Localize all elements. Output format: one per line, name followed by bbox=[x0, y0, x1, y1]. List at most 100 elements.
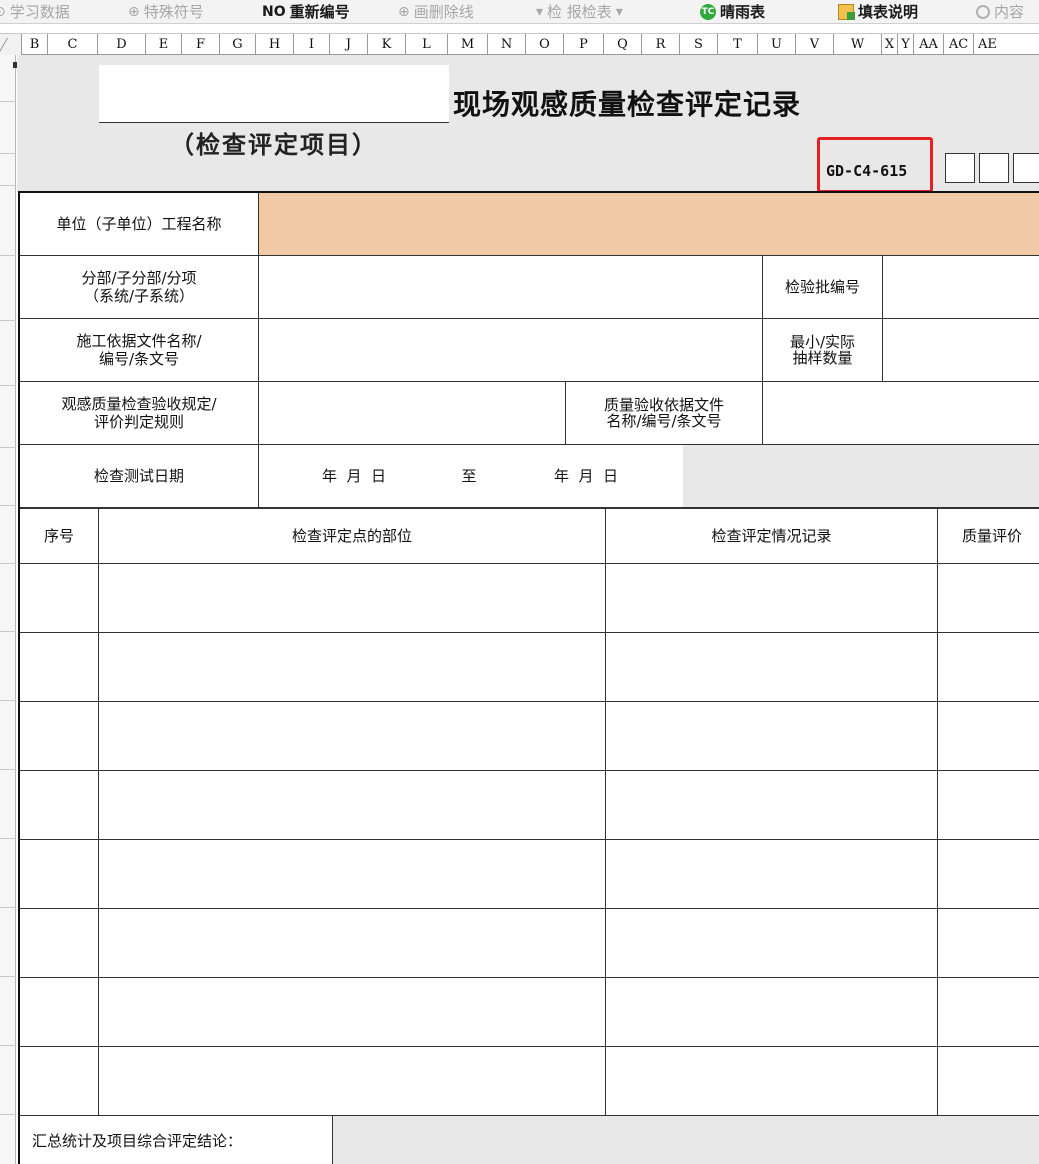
serial-box-1[interactable] bbox=[945, 153, 975, 183]
summary-label: 汇总统计及项目综合评定结论： bbox=[20, 1116, 333, 1164]
table-cell-record[interactable] bbox=[606, 771, 938, 840]
date-from-field[interactable]: 年 月 日 bbox=[259, 445, 449, 508]
date-to-field[interactable]: 年 月 日 bbox=[489, 445, 683, 508]
table-cell-record[interactable] bbox=[606, 564, 938, 633]
column-r[interactable]: R bbox=[642, 34, 680, 55]
table-cell-rating[interactable] bbox=[938, 1047, 1039, 1116]
column-w[interactable]: W bbox=[834, 34, 882, 55]
table-cell-record[interactable] bbox=[606, 840, 938, 909]
content-search-button[interactable]: 内容 bbox=[976, 2, 1024, 22]
column-m[interactable]: M bbox=[448, 34, 488, 55]
content-search-icon bbox=[976, 5, 990, 19]
strikethrough-button[interactable]: ⊕ 画删除线 bbox=[398, 2, 474, 22]
table-cell-rating[interactable] bbox=[938, 633, 1039, 702]
column-header: B C D E F G H I J K L M N O P Q R S T U … bbox=[0, 33, 1039, 55]
acceptance-rule-label: 观感质量检查验收规定/ 评价判定规则 bbox=[20, 382, 259, 445]
table-cell-rating[interactable] bbox=[938, 978, 1039, 1047]
table-cell-location[interactable] bbox=[99, 909, 606, 978]
row-divider bbox=[0, 447, 16, 448]
table-cell-serial[interactable] bbox=[20, 840, 99, 909]
table-cell-serial[interactable] bbox=[20, 771, 99, 840]
column-q[interactable]: Q bbox=[604, 34, 642, 55]
weather-table-button[interactable]: TC 晴雨表 bbox=[700, 2, 765, 22]
table-cell-location[interactable] bbox=[99, 702, 606, 771]
column-p[interactable]: P bbox=[564, 34, 604, 55]
table-cell-location[interactable] bbox=[99, 978, 606, 1047]
column-k[interactable]: K bbox=[368, 34, 406, 55]
row-divider bbox=[0, 320, 16, 321]
column-t[interactable]: T bbox=[718, 34, 758, 55]
row-divider bbox=[0, 700, 16, 701]
column-b[interactable]: B bbox=[22, 34, 48, 55]
fill-guide-button[interactable]: 填表说明 bbox=[838, 2, 918, 22]
row-divider bbox=[0, 976, 16, 977]
acceptance-basis-field[interactable] bbox=[763, 382, 1039, 445]
table-cell-rating[interactable] bbox=[938, 771, 1039, 840]
special-symbol-button[interactable]: ⊕ 特殊符号 bbox=[128, 2, 204, 22]
table-cell-serial[interactable] bbox=[20, 633, 99, 702]
renumber-button[interactable]: NO 重新编号 bbox=[262, 2, 350, 22]
table-cell-serial[interactable] bbox=[20, 909, 99, 978]
table-cell-serial[interactable] bbox=[20, 978, 99, 1047]
construction-basis-field[interactable] bbox=[259, 319, 763, 382]
table-cell-serial[interactable] bbox=[20, 702, 99, 771]
column-h[interactable]: H bbox=[256, 34, 294, 55]
table-cell-rating[interactable] bbox=[938, 909, 1039, 978]
test-date-label: 检查测试日期 bbox=[20, 445, 259, 508]
worksheet: （检查评定项目） 现场观感质量检查评定记录 GD-C4-615 单位（子单位）工… bbox=[17, 55, 1039, 1164]
column-ae[interactable]: AE bbox=[974, 34, 1039, 55]
column-j[interactable]: J bbox=[330, 34, 368, 55]
column-aa[interactable]: AA bbox=[914, 34, 944, 55]
column-n[interactable]: N bbox=[488, 34, 526, 55]
column-g[interactable]: G bbox=[220, 34, 256, 55]
table-cell-record[interactable] bbox=[606, 702, 938, 771]
table-cell-location[interactable] bbox=[99, 633, 606, 702]
table-cell-serial[interactable] bbox=[20, 1047, 99, 1116]
table-cell-location[interactable] bbox=[99, 840, 606, 909]
row-divider bbox=[0, 255, 16, 256]
table-cell-record[interactable] bbox=[606, 978, 938, 1047]
inspection-report-dropdown[interactable]: ▾ 检 报检表 ▾ bbox=[536, 2, 623, 22]
table-cell-serial[interactable] bbox=[20, 564, 99, 633]
sample-qty-field[interactable] bbox=[883, 319, 1039, 382]
column-l[interactable]: L bbox=[406, 34, 448, 55]
select-all-corner[interactable] bbox=[0, 34, 22, 55]
table-cell-record[interactable] bbox=[606, 633, 938, 702]
table-cell-record[interactable] bbox=[606, 909, 938, 978]
column-c[interactable]: C bbox=[48, 34, 98, 55]
column-s[interactable]: S bbox=[680, 34, 718, 55]
renumber-icon: NO bbox=[262, 4, 286, 20]
column-e[interactable]: E bbox=[146, 34, 182, 55]
table-cell-rating[interactable] bbox=[938, 840, 1039, 909]
study-data-icon: ⊙ bbox=[0, 2, 6, 22]
table-cell-location[interactable] bbox=[99, 1047, 606, 1116]
fill-guide-icon bbox=[838, 4, 855, 20]
serial-box-2[interactable] bbox=[979, 153, 1009, 183]
project-name-input[interactable] bbox=[99, 65, 449, 123]
division-field[interactable] bbox=[259, 256, 763, 319]
column-x[interactable]: X bbox=[882, 34, 898, 55]
column-d[interactable]: D bbox=[98, 34, 146, 55]
column-y[interactable]: Y bbox=[898, 34, 914, 55]
inspection-lot-no-field[interactable] bbox=[883, 256, 1039, 319]
column-o[interactable]: O bbox=[526, 34, 564, 55]
column-i[interactable]: I bbox=[294, 34, 330, 55]
table-cell-rating[interactable] bbox=[938, 702, 1039, 771]
row-divider bbox=[0, 838, 16, 839]
table-cell-rating[interactable] bbox=[938, 564, 1039, 633]
table-cell-record[interactable] bbox=[606, 1047, 938, 1116]
table-cell-location[interactable] bbox=[99, 771, 606, 840]
unit-project-name-field[interactable] bbox=[259, 193, 1039, 256]
acceptance-rule-field[interactable] bbox=[259, 382, 566, 445]
chevron-down-icon: ▾ bbox=[615, 4, 623, 20]
summary-field[interactable] bbox=[333, 1116, 1039, 1164]
row-divider bbox=[0, 185, 16, 186]
code-highlight-box bbox=[817, 137, 933, 193]
table-cell-location[interactable] bbox=[99, 564, 606, 633]
column-ac[interactable]: AC bbox=[944, 34, 974, 55]
serial-box-3[interactable] bbox=[1013, 153, 1039, 183]
column-v[interactable]: V bbox=[796, 34, 834, 55]
column-f[interactable]: F bbox=[182, 34, 220, 55]
column-u[interactable]: U bbox=[758, 34, 796, 55]
study-data-button[interactable]: ⊙ 学习数据 bbox=[0, 2, 70, 22]
